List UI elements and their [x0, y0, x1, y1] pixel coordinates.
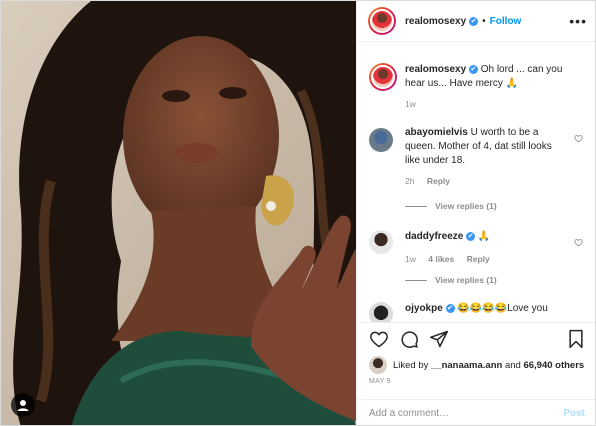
avatar[interactable]: [369, 230, 393, 254]
reply-button[interactable]: Reply: [427, 176, 450, 186]
more-icon[interactable]: •••: [569, 13, 587, 29]
bookmark-icon[interactable]: [567, 329, 585, 349]
liked-by: Liked by __nanaama.ann and 66,940 others: [369, 356, 584, 374]
likes-count[interactable]: 4 likes: [428, 254, 454, 264]
view-replies-label: View replies (1): [435, 275, 497, 285]
post-actions: Liked by __nanaama.ann and 66,940 others…: [357, 322, 595, 409]
verified-badge-icon: ✔: [468, 64, 478, 74]
avatar[interactable]: [369, 302, 393, 322]
verified-badge-icon: ✔: [445, 303, 455, 313]
add-comment-bar: Add a comment… Post: [357, 399, 595, 425]
post-sidebar: realomosexy ✔ • Follow ••• realomosexy ✔…: [356, 1, 595, 425]
heart-icon[interactable]: [574, 134, 583, 143]
reply-button[interactable]: Reply: [467, 254, 490, 264]
verified-badge-icon: ✔: [469, 16, 479, 26]
share-icon[interactable]: [429, 329, 449, 349]
avatar[interactable]: [369, 356, 387, 374]
liked-by-prefix: Liked by: [393, 359, 429, 371]
comment-username[interactable]: ojyokpe: [405, 303, 443, 314]
comment-username[interactable]: abayomielvis: [405, 127, 468, 138]
avatar[interactable]: [368, 7, 396, 35]
avatar[interactable]: [369, 63, 397, 91]
liked-by-and: and: [504, 359, 521, 371]
comment-input[interactable]: Add a comment…: [369, 408, 449, 419]
comment-text: 🙏: [477, 231, 491, 242]
liked-by-others[interactable]: 66,940 others: [523, 360, 584, 371]
comment-time: 2h: [405, 176, 415, 186]
heart-icon[interactable]: [574, 238, 583, 247]
caption-time: 1w: [405, 99, 416, 109]
tag-user-icon[interactable]: [11, 393, 35, 417]
verified-badge-icon: ✔: [466, 231, 476, 241]
post-photo[interactable]: [1, 1, 356, 425]
header-username[interactable]: realomosexy: [405, 16, 466, 27]
separator: •: [482, 15, 486, 27]
view-replies-button[interactable]: View replies (1): [405, 201, 497, 211]
liked-by-user[interactable]: __nanaama.ann: [431, 360, 502, 371]
comment-time: 1w: [405, 254, 416, 264]
follow-button[interactable]: Follow: [490, 16, 522, 27]
view-replies-button[interactable]: View replies (1): [405, 275, 497, 285]
comments-list[interactable]: realomosexy ✔ Oh lord ... can you hear u…: [357, 42, 595, 322]
comment-text: 😂😂😂😂Love you: [457, 303, 548, 314]
post-container: realomosexy ✔ • Follow ••• realomosexy ✔…: [0, 0, 596, 426]
heart-icon[interactable]: [369, 329, 389, 349]
post-button[interactable]: Post: [563, 408, 585, 419]
comment-username[interactable]: daddyfreeze: [405, 231, 463, 242]
caption-username[interactable]: realomosexy: [405, 64, 466, 75]
post-date[interactable]: MAY 9: [369, 378, 391, 385]
comment-icon[interactable]: [399, 329, 419, 349]
view-replies-label: View replies (1): [435, 201, 497, 211]
portrait-image: [1, 1, 356, 425]
avatar[interactable]: [369, 128, 393, 152]
post-header: realomosexy ✔ • Follow •••: [357, 1, 595, 42]
